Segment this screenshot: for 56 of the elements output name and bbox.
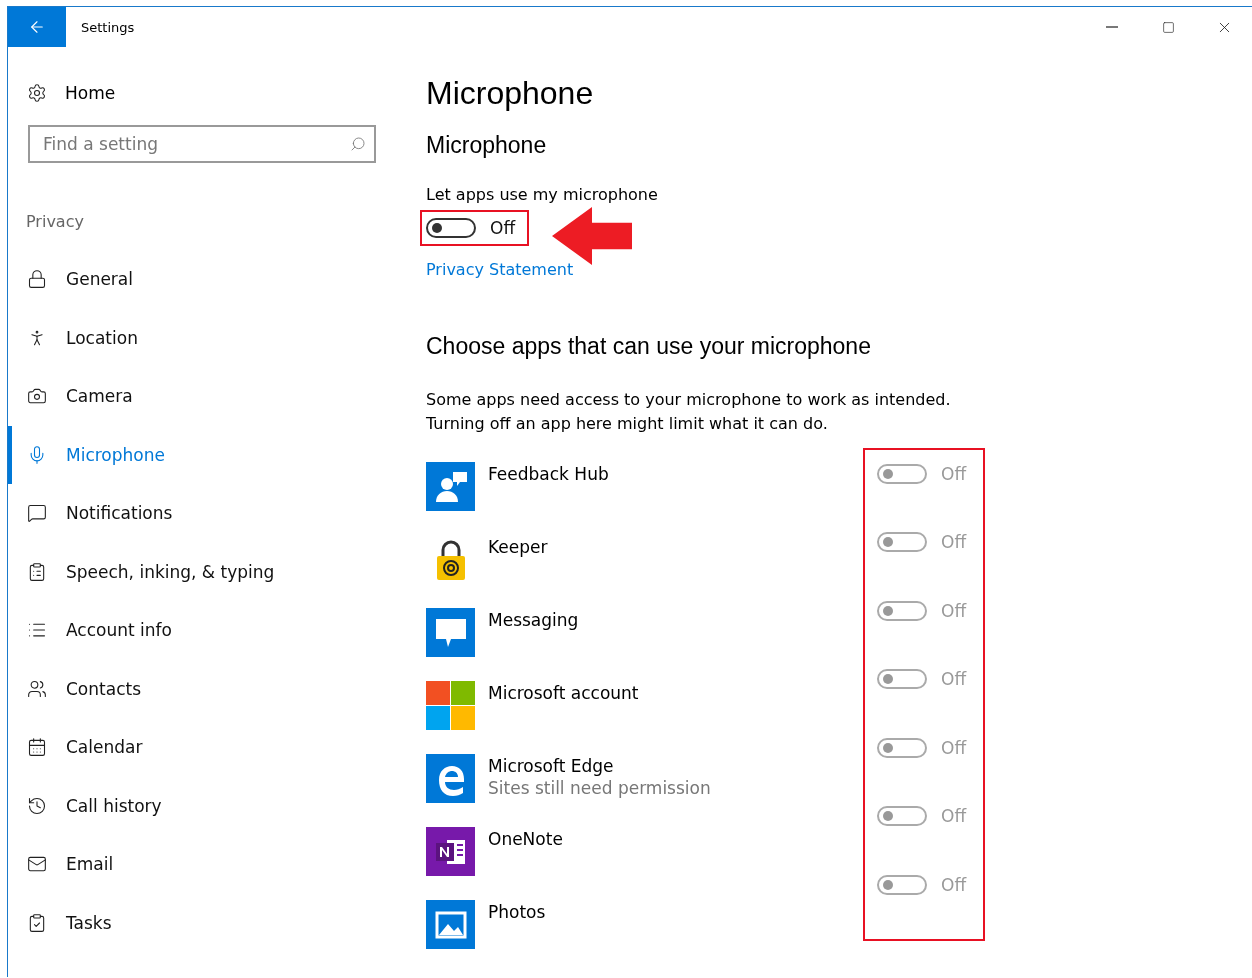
letter-e-icon xyxy=(426,754,475,803)
sidebar-item[interactable]: Tasks xyxy=(8,893,410,952)
sidebar-item[interactable]: Calendar xyxy=(8,718,410,777)
clipboard-icon xyxy=(27,912,47,933)
four-squares-icon xyxy=(426,681,475,730)
sidebar-item[interactable]: Microphone xyxy=(8,425,410,484)
search-field[interactable]: Find a setting xyxy=(28,125,376,163)
app-name: Keeper xyxy=(488,537,548,557)
sidebar-item[interactable]: General xyxy=(8,250,410,309)
toggle-state: Off xyxy=(941,737,967,758)
sidebar-item[interactable]: Account info xyxy=(8,601,410,660)
sidebar-item[interactable]: Notifications xyxy=(8,484,410,543)
sidebar-item[interactable]: Email xyxy=(8,835,410,894)
lock-icon xyxy=(27,269,47,290)
apps-description: Some apps need access to your microphone to work as intended. Turning off an app here might limit what it can do. xyxy=(426,389,952,435)
toggle-state: Off xyxy=(941,806,967,827)
toggle-switch[interactable] xyxy=(426,218,476,238)
settings-icon xyxy=(27,83,47,103)
app-name: Microsoft account xyxy=(488,683,639,703)
sidebar-item[interactable]: Location xyxy=(8,308,410,367)
privacy-statement-link[interactable]: Privacy Statement xyxy=(426,260,574,279)
section-title: Microphone xyxy=(426,132,548,159)
clipboard-icon xyxy=(27,561,47,582)
toggle-state: Off xyxy=(941,600,967,621)
apps-heading: Choose apps that can use your microphone xyxy=(426,333,872,360)
toggle-state: Off xyxy=(490,218,516,238)
app-name: Feedback Hub xyxy=(488,464,609,484)
notebook-icon xyxy=(426,827,475,876)
maximize-icon xyxy=(1161,20,1175,34)
minimize-icon xyxy=(1106,26,1118,28)
app-name: Messaging xyxy=(488,610,579,630)
window-title: Settings xyxy=(81,19,136,35)
person-with-speech-bubble-icon xyxy=(426,462,475,511)
people-icon xyxy=(27,678,47,699)
page-title: Microphone xyxy=(426,75,595,112)
clock-icon xyxy=(27,795,47,816)
app-name: Photos xyxy=(488,902,546,922)
sidebar-item[interactable]: Call history xyxy=(8,776,410,835)
picture-icon xyxy=(426,900,475,949)
speech-bubble-icon xyxy=(426,608,475,657)
app-subtitle: Sites still need permission xyxy=(488,778,711,798)
toggle-state: Off xyxy=(941,874,967,895)
toggle-label: Let apps use my microphone xyxy=(426,185,659,204)
app-name: Microsoft Edge xyxy=(488,756,615,776)
search-icon xyxy=(350,136,366,152)
sidebar-item[interactable]: Speech, inking, & typing xyxy=(8,542,410,601)
app-name: OneNote xyxy=(488,829,563,849)
toggle-state: Off xyxy=(941,532,967,553)
toggle-state: Off xyxy=(941,464,967,484)
toggle-state: Off xyxy=(941,669,967,690)
section-label: Privacy xyxy=(26,212,85,233)
sidebar-item[interactable]: Contacts xyxy=(8,659,410,718)
calendar-icon xyxy=(27,737,47,758)
home-link[interactable]: Home xyxy=(65,83,116,103)
speech-bubble-icon xyxy=(27,503,47,524)
sidebar-item[interactable]: Camera xyxy=(8,367,410,426)
